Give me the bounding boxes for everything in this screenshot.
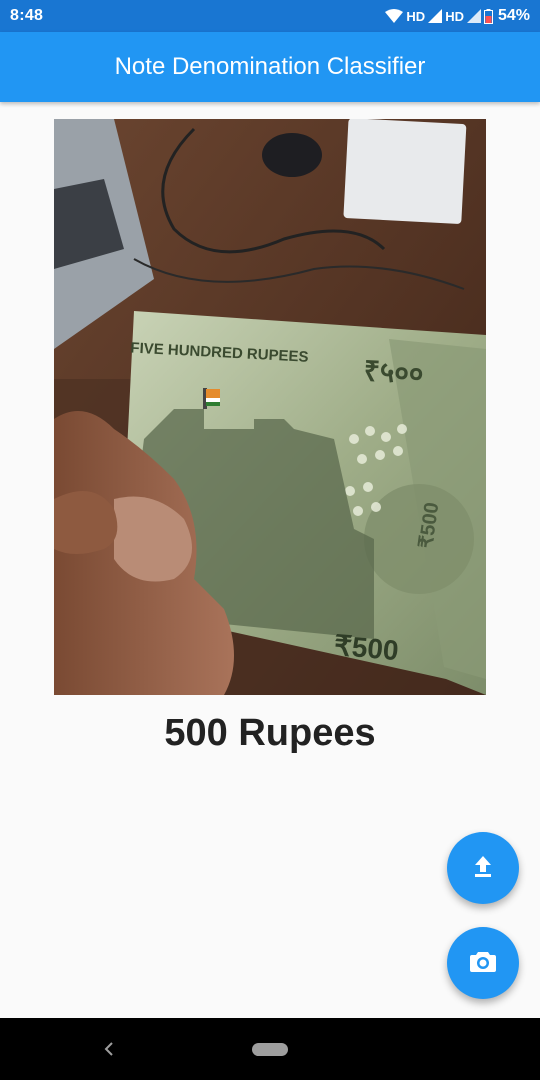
- app-bar: Note Denomination Classifier: [0, 32, 540, 102]
- battery-percent: 54%: [497, 7, 530, 24]
- network-hd-label-1: HD: [406, 8, 426, 24]
- status-icons: HD HD 54%: [385, 7, 530, 25]
- camera-icon: [470, 949, 496, 978]
- classification-result: 500 Rupees: [164, 712, 376, 754]
- battery-icon: [483, 8, 493, 24]
- navigation-bar: [0, 1018, 540, 1080]
- app-title: Note Denomination Classifier: [114, 53, 426, 80]
- back-icon[interactable]: [100, 1040, 118, 1063]
- signal-icon: [428, 9, 443, 23]
- note-value-top: ₹५००: [363, 355, 424, 389]
- status-time: 8:48: [10, 7, 44, 24]
- upload-button[interactable]: [447, 832, 519, 904]
- home-pill-icon[interactable]: [252, 1043, 288, 1056]
- status-bar: 8:48 HD HD 54%: [0, 0, 540, 32]
- upload-icon: [471, 854, 495, 883]
- note-photo: FIVE HUNDRED RUPEES ₹५०० ₹500 ₹500: [54, 119, 486, 695]
- signal-icon-2: [466, 9, 481, 23]
- wifi-icon: [385, 9, 404, 23]
- camera-button[interactable]: [447, 927, 519, 999]
- network-hd-label-2: HD: [445, 8, 464, 24]
- note-value-bottom: ₹500: [333, 630, 400, 667]
